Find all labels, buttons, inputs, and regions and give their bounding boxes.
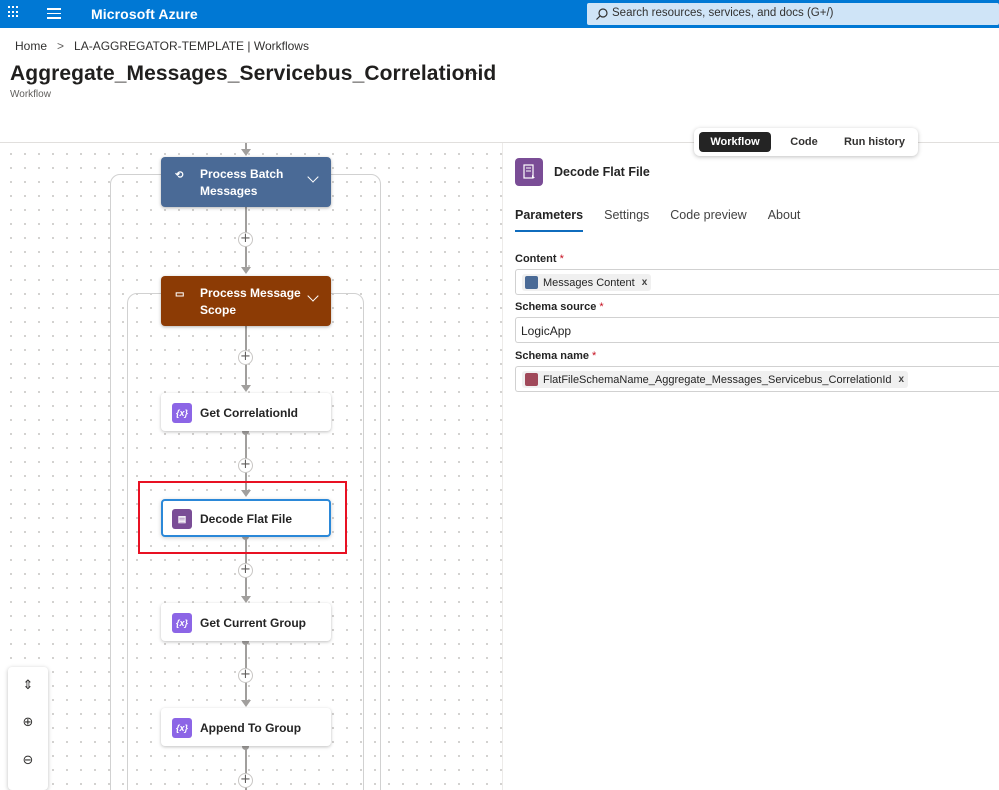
- highlight-box: [138, 481, 347, 554]
- breadcrumb-separator: >: [57, 39, 65, 53]
- add-step-button[interactable]: +: [238, 350, 253, 365]
- tab-code-preview[interactable]: Code preview: [670, 208, 746, 232]
- variable-icon: {x}: [172, 718, 192, 738]
- search-icon: [596, 8, 608, 20]
- variable-icon: {x}: [172, 613, 192, 633]
- add-step-button[interactable]: +: [238, 563, 253, 578]
- token-messages-content[interactable]: Messages Content x: [522, 274, 652, 291]
- zoom-controls: ⇕ ⊕ ⊖: [8, 667, 48, 790]
- connector-arrow: [241, 596, 251, 603]
- node-label: Process Batch Messages: [200, 167, 284, 198]
- node-label: Get CorrelationId: [200, 406, 299, 420]
- node-process-batch-messages[interactable]: ⟲ Process Batch Messages: [161, 157, 331, 207]
- node-process-message-scope[interactable]: ▭ Process Message Scope: [161, 276, 331, 326]
- app-launcher-icon[interactable]: [8, 6, 20, 18]
- token-schema-name[interactable]: FlatFileSchemaName_Aggregate_Messages_Se…: [522, 371, 909, 388]
- content-label: Content *: [515, 253, 564, 265]
- connector-arrow: [241, 700, 251, 707]
- schema-source-label: Schema source *: [515, 301, 604, 313]
- tab-code[interactable]: Code: [776, 132, 832, 152]
- parameter-icon: [525, 373, 538, 386]
- tab-workflow[interactable]: Workflow: [699, 132, 771, 152]
- connector-arrow: [241, 149, 251, 156]
- node-get-current-group[interactable]: {x} Get Current Group: [161, 603, 331, 641]
- tab-run-history[interactable]: Run history: [837, 132, 912, 152]
- node-append-to-group[interactable]: {x} Append To Group: [161, 708, 331, 746]
- add-step-button[interactable]: +: [238, 458, 253, 473]
- schema-source-value: LogicApp: [521, 324, 572, 338]
- tab-about[interactable]: About: [768, 208, 801, 232]
- node-label: Process Message Scope: [200, 286, 301, 317]
- schema-name-field[interactable]: FlatFileSchemaName_Aggregate_Messages_Se…: [515, 366, 999, 392]
- action-details-panel: [504, 143, 999, 790]
- chevron-down-icon[interactable]: [307, 290, 319, 302]
- zoom-out-icon[interactable]: ⊖: [8, 742, 48, 780]
- node-label: Append To Group: [200, 721, 302, 735]
- brand-title[interactable]: Microsoft Azure: [91, 6, 198, 22]
- tab-settings[interactable]: Settings: [604, 208, 649, 232]
- search-placeholder: Search resources, services, and docs (G+…: [612, 7, 834, 19]
- breadcrumb: Home > LA-AGGREGATOR-TEMPLATE | Workflow…: [15, 39, 309, 53]
- tab-parameters[interactable]: Parameters: [515, 208, 584, 232]
- content-field[interactable]: Messages Content x: [515, 269, 999, 295]
- breadcrumb-resource[interactable]: LA-AGGREGATOR-TEMPLATE | Workflows: [74, 39, 309, 53]
- add-step-button[interactable]: +: [238, 668, 253, 683]
- add-step-button[interactable]: +: [238, 773, 253, 788]
- flat-file-icon: [515, 158, 543, 186]
- remove-token-icon[interactable]: x: [642, 277, 648, 288]
- node-label: Get Current Group: [200, 616, 307, 630]
- search-input[interactable]: Search resources, services, and docs (G+…: [587, 3, 999, 25]
- remove-token-icon[interactable]: x: [899, 374, 905, 385]
- view-toggle: Workflow Code Run history: [694, 128, 918, 156]
- variable-icon: {x}: [172, 403, 192, 423]
- page-title: Aggregate_Messages_Servicebus_Correlatio…: [10, 62, 497, 85]
- panel-tabs: Parameters Settings Code preview About: [515, 208, 821, 232]
- breadcrumb-home[interactable]: Home: [15, 39, 47, 53]
- page-subtitle: Workflow: [10, 89, 51, 100]
- connector-arrow: [241, 267, 251, 274]
- loop-icon: [525, 276, 538, 289]
- chevron-down-icon[interactable]: [307, 171, 319, 183]
- zoom-in-icon[interactable]: ⊕: [8, 704, 48, 742]
- scope-icon: ▭: [175, 289, 185, 300]
- top-bar: Microsoft Azure Search resources, servic…: [0, 0, 999, 28]
- schema-name-label: Schema name *: [515, 350, 597, 362]
- connector-arrow: [241, 385, 251, 392]
- node-get-correlationid[interactable]: {x} Get CorrelationId: [161, 393, 331, 431]
- schema-source-field[interactable]: LogicApp: [515, 317, 999, 343]
- more-options-button[interactable]: ···: [463, 64, 480, 80]
- panel-title[interactable]: Decode Flat File: [554, 165, 650, 179]
- add-step-button[interactable]: +: [238, 232, 253, 247]
- loop-icon: ⟲: [175, 170, 184, 181]
- menu-icon[interactable]: [47, 8, 61, 19]
- fit-view-icon[interactable]: ⇕: [8, 667, 48, 705]
